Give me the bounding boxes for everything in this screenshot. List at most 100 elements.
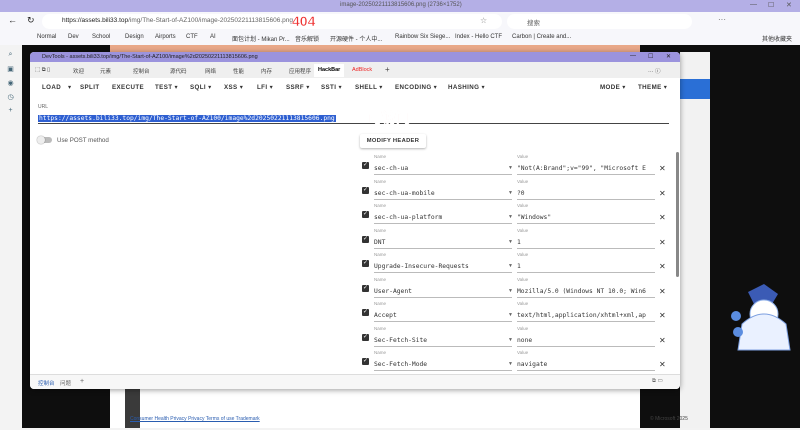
header-checkbox[interactable]: ✓ xyxy=(362,235,369,243)
header-checkbox[interactable]: ✓ xyxy=(362,186,369,194)
header-name-input[interactable]: Upgrade-Insecure-Requests xyxy=(374,260,512,273)
close-icon[interactable]: ✕ xyxy=(659,336,666,345)
header-value-input[interactable]: 1 xyxy=(517,236,655,249)
header-name-input[interactable]: sec-ch-ua-mobile xyxy=(374,187,512,200)
toggle-switch[interactable] xyxy=(37,135,52,144)
header-value-input[interactable]: "Not(A:Brand";v="99", "Microsoft E xyxy=(517,162,655,175)
devtools-close[interactable]: ✕ xyxy=(666,53,671,60)
chevron-down-icon[interactable]: ▼ xyxy=(508,214,513,220)
devtools-maximize[interactable]: ☐ xyxy=(648,53,653,60)
header-value-input[interactable]: text/html,application/xhtml+xml,ap xyxy=(517,309,655,322)
menu-load-dropdown[interactable]: ▾ xyxy=(68,84,72,91)
menu-lfi[interactable]: LFI ▾ xyxy=(257,84,273,91)
menu-theme[interactable]: THEME ▾ xyxy=(638,84,667,91)
chevron-down-icon[interactable]: ▼ xyxy=(508,165,513,171)
minimize-button[interactable]: — xyxy=(750,1,757,8)
menu-xss[interactable]: XSS ▾ xyxy=(224,84,243,91)
inspect-icon[interactable]: ⬚ ⧉ ▯ xyxy=(35,67,50,74)
header-name-input[interactable]: DNT xyxy=(374,236,512,249)
bookmark[interactable]: Dev xyxy=(68,34,79,40)
tab-application[interactable]: 应用程序 xyxy=(289,67,311,75)
close-icon[interactable]: ✕ xyxy=(659,189,666,198)
bookmark[interactable]: Carbon | Create and... xyxy=(512,34,571,40)
bookmark[interactable]: 音乐解锁 xyxy=(295,34,319,43)
chevron-down-icon[interactable]: ▼ xyxy=(508,288,513,294)
header-checkbox[interactable]: ✓ xyxy=(362,260,369,267)
more-icon[interactable]: ··· ⓘ xyxy=(648,67,661,75)
close-icon[interactable]: ✕ xyxy=(659,262,666,271)
scrollbar[interactable] xyxy=(676,152,679,277)
header-value-input[interactable]: Mozilla/5.0 (Windows NT 10.0; Win6 xyxy=(517,285,655,298)
chevron-down-icon[interactable]: ▼ xyxy=(508,337,513,343)
tab-console[interactable]: 控制台 xyxy=(133,67,150,75)
tab-network[interactable]: 网络 xyxy=(205,67,216,75)
chevron-down-icon[interactable]: ▼ xyxy=(508,190,513,196)
header-value-input[interactable]: navigate xyxy=(517,358,655,371)
menu-execute[interactable]: EXECUTE xyxy=(112,84,144,91)
footer-links[interactable]: Consumer Health Privacy Privacy Terms of… xyxy=(130,416,260,422)
header-checkbox[interactable]: ✓ xyxy=(362,358,369,365)
tab-memory[interactable]: 内存 xyxy=(261,67,272,75)
chevron-down-icon[interactable]: ▼ xyxy=(508,361,513,367)
drawer-add-button[interactable]: + xyxy=(80,378,84,385)
tab-elements[interactable]: 元素 xyxy=(100,67,111,75)
other-bookmarks[interactable]: 其他收藏夹 xyxy=(762,34,792,43)
dock-icon[interactable]: ⧉ ▭ xyxy=(652,378,663,385)
menu-split[interactable]: SPLIT xyxy=(80,84,100,91)
header-name-input[interactable]: sec-ch-ua-platform xyxy=(374,211,512,224)
bookmark[interactable]: Airports xyxy=(155,34,176,40)
close-button[interactable]: ✕ xyxy=(786,1,792,9)
bookmark[interactable]: CTF xyxy=(186,34,198,40)
menu-sqli[interactable]: SQLI ▾ xyxy=(190,84,212,91)
close-icon[interactable]: ✕ xyxy=(659,360,666,369)
devtools-minimize[interactable]: — xyxy=(630,53,636,59)
chevron-down-icon[interactable]: ▼ xyxy=(508,263,513,269)
header-checkbox[interactable]: ✓ xyxy=(362,284,369,292)
close-icon[interactable]: ✕ xyxy=(659,311,666,320)
tab-welcome[interactable]: 欢迎 xyxy=(73,67,84,75)
star-icon[interactable]: ☆ xyxy=(480,16,487,25)
header-name-input[interactable]: Sec-Fetch-Site xyxy=(374,334,512,347)
header-name-input[interactable]: Sec-Fetch-Mode xyxy=(374,358,512,371)
menu-encoding[interactable]: ENCODING ▾ xyxy=(395,84,437,91)
header-checkbox[interactable]: ✓ xyxy=(362,309,369,316)
header-name-input[interactable]: Accept xyxy=(374,309,512,322)
menu-shell[interactable]: SHELL ▾ xyxy=(355,84,383,91)
menu-load[interactable]: LOAD xyxy=(42,84,61,91)
header-name-input[interactable]: sec-ch-ua xyxy=(374,162,512,175)
header-checkbox[interactable]: ✓ xyxy=(362,162,369,169)
drawer-tab-console[interactable]: 控制台 xyxy=(38,379,55,387)
menu-mode[interactable]: MODE ▾ xyxy=(600,84,626,91)
hackbar-url-input[interactable]: https://assets.bili33.top/img/The-Start-… xyxy=(38,115,336,122)
bookmark[interactable]: AI xyxy=(210,34,216,40)
close-icon[interactable]: ✕ xyxy=(659,164,666,173)
bookmark[interactable]: School xyxy=(92,34,110,40)
header-checkbox[interactable]: ✓ xyxy=(362,211,369,218)
bookmark[interactable]: Rainbow Six Siege... xyxy=(395,34,450,40)
menu-test[interactable]: TEST ▾ xyxy=(155,84,178,91)
close-icon[interactable]: ✕ xyxy=(659,238,666,247)
tab-title[interactable]: image-20250221113815606.png (2736×1752) xyxy=(340,2,462,8)
maximize-button[interactable]: ☐ xyxy=(768,1,774,9)
tab-hackbar[interactable]: HackBar xyxy=(314,64,345,77)
add-tab-button[interactable]: + xyxy=(385,65,390,74)
history-icon[interactable]: ◷ xyxy=(0,93,21,101)
bookmark[interactable]: Design xyxy=(125,34,144,40)
tab-sources[interactable]: 源代码 xyxy=(170,67,187,75)
bookmark[interactable]: 开源硬件 - 个人中... xyxy=(330,34,382,43)
close-icon[interactable]: ✕ xyxy=(659,213,666,222)
search-input[interactable]: 搜索 xyxy=(507,14,692,29)
chevron-down-icon[interactable]: ▼ xyxy=(508,239,513,245)
url-input[interactable]: https://assets.bili33.top/img/The-Start-… xyxy=(42,14,502,29)
header-value-input[interactable]: "Windows" xyxy=(517,211,655,224)
more-icon[interactable]: ··· xyxy=(718,15,726,24)
refresh-icon[interactable]: ↻ xyxy=(27,15,35,26)
header-checkbox[interactable]: ✓ xyxy=(362,333,369,341)
back-icon[interactable]: ← xyxy=(8,15,17,25)
header-value-input[interactable]: ?0 xyxy=(517,187,655,200)
bookmark[interactable]: 面包计划 - Mikan Pr... xyxy=(232,34,290,43)
bookmark[interactable]: Normal xyxy=(37,34,56,40)
menu-hashing[interactable]: HASHING ▾ xyxy=(448,84,485,91)
drawer-tab-issues[interactable]: 问题 xyxy=(60,379,71,387)
bookmark[interactable]: Index - Hello CTF xyxy=(455,34,502,40)
